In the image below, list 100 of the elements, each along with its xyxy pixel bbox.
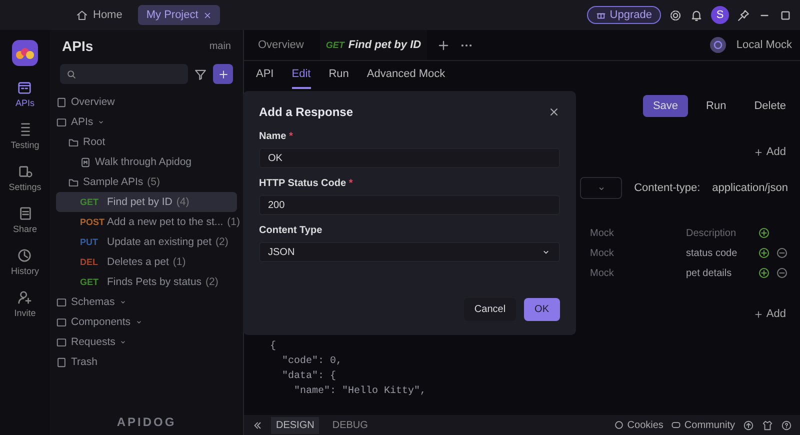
upload-icon[interactable] xyxy=(743,420,754,430)
folder-icon xyxy=(56,336,67,348)
markdown-icon xyxy=(80,156,91,168)
mock-cell-text: Mock xyxy=(590,228,615,238)
plus-icon xyxy=(754,310,764,318)
field-label: Name * xyxy=(259,131,294,142)
add-circle-icon[interactable] xyxy=(758,247,770,259)
pin-icon[interactable] xyxy=(737,8,750,22)
environment-selector[interactable]: Local Mock xyxy=(736,39,792,51)
description-field[interactable]: status code xyxy=(686,248,752,258)
search-icon xyxy=(66,68,77,80)
mode-tab[interactable]: DESIGN xyxy=(271,416,320,434)
sub-tab[interactable]: Run xyxy=(328,61,349,89)
rail-item[interactable]: Invite xyxy=(14,290,36,318)
add-user-icon xyxy=(17,290,32,305)
collapse-icon[interactable] xyxy=(252,420,263,430)
action-button[interactable]: Run xyxy=(696,95,736,117)
description-field[interactable]: Description xyxy=(686,228,752,238)
footer-link[interactable]: Cookies xyxy=(614,420,664,430)
remove-circle-icon[interactable] xyxy=(776,247,788,259)
window-tab[interactable]: Home xyxy=(68,5,130,25)
settings-icon[interactable] xyxy=(669,8,682,22)
endpoint-item[interactable]: GET Find pet by ID (4) xyxy=(56,192,237,212)
sidebar-title: APIs xyxy=(62,38,94,54)
doc-item[interactable]: Walk through Apidog xyxy=(95,156,192,168)
endpoint-item[interactable]: POST Add a new pet to the st... (1) xyxy=(56,212,237,232)
chat-icon xyxy=(671,420,682,430)
folder-icon xyxy=(56,296,67,308)
code-line: "name": "Hello Kitty", xyxy=(293,384,428,399)
sync-icon[interactable] xyxy=(710,37,726,53)
ok-button[interactable]: OK xyxy=(524,298,560,321)
rail-item[interactable]: Share xyxy=(12,206,38,234)
page-icon xyxy=(56,96,67,108)
cancel-button[interactable]: Cancel xyxy=(464,298,516,321)
field-label: Content Type xyxy=(259,225,324,236)
plus-icon[interactable] xyxy=(437,38,450,52)
description-field[interactable]: pet details xyxy=(686,268,752,278)
footer-logo: APIDOG xyxy=(116,415,178,431)
mock-cell-text: Mock xyxy=(590,248,615,258)
content-type-label: Content-type: xyxy=(634,182,700,194)
input-field[interactable]: 200 xyxy=(259,195,560,215)
shirt-icon[interactable] xyxy=(762,420,773,430)
add-button[interactable]: Add xyxy=(748,145,792,159)
home-icon xyxy=(76,9,88,21)
plus-icon xyxy=(754,148,764,156)
share-icon xyxy=(18,206,32,221)
action-button[interactable]: Save xyxy=(642,95,688,117)
select-field[interactable]: JSON xyxy=(259,242,560,262)
sub-tab[interactable]: API xyxy=(256,61,274,89)
tree-item[interactable]: APIs xyxy=(71,116,94,128)
clock-icon xyxy=(17,248,32,263)
maximize-icon[interactable] xyxy=(779,8,792,22)
rail-item[interactable]: History xyxy=(10,248,39,276)
plus-icon xyxy=(218,68,228,80)
help-icon[interactable] xyxy=(781,420,792,430)
endpoint-item[interactable]: PUT Update an existing pet (2) xyxy=(56,232,237,252)
tree-item[interactable]: Components xyxy=(71,316,131,328)
code-line: "data": { xyxy=(281,370,338,384)
folder-icon xyxy=(68,136,79,148)
endpoint-item[interactable]: DEL Deletes a pet (1) xyxy=(56,252,237,272)
add-button[interactable]: Add xyxy=(748,307,792,321)
window-tab[interactable]: My Project xyxy=(138,5,220,25)
footer-link[interactable]: Community xyxy=(671,420,735,430)
document-tab[interactable]: Overview xyxy=(252,30,310,60)
folder-item[interactable]: Sample APIs xyxy=(83,176,144,188)
folder-item[interactable]: Root xyxy=(83,136,106,148)
remove-circle-icon[interactable] xyxy=(776,267,788,279)
sub-tab[interactable]: Advanced Mock xyxy=(366,61,446,89)
tree-item[interactable]: Trash xyxy=(71,356,98,368)
folder-icon xyxy=(56,316,67,328)
action-button[interactable]: Delete xyxy=(744,95,796,117)
folder-icon xyxy=(56,116,67,128)
search-field[interactable] xyxy=(60,64,188,84)
page-icon xyxy=(56,356,67,368)
user-avatar[interactable]: S xyxy=(711,6,729,24)
close-button[interactable] xyxy=(548,106,560,118)
document-tab[interactable]: GET Find pet by ID xyxy=(320,30,428,60)
close-icon xyxy=(203,10,212,20)
tree-item[interactable]: Schemas xyxy=(71,296,115,308)
tree-item[interactable]: Requests xyxy=(71,336,116,348)
tree-item[interactable]: Overview xyxy=(71,96,115,108)
rail-item[interactable]: APIs xyxy=(15,80,34,108)
dialog-title: Add a Response xyxy=(259,105,354,119)
input-field[interactable]: OK xyxy=(259,148,560,168)
filter-icon[interactable] xyxy=(194,68,207,80)
mode-tab[interactable]: DEBUG xyxy=(327,416,373,434)
field-label: HTTP Status Code * xyxy=(259,178,354,189)
sub-tab[interactable]: Edit xyxy=(292,61,311,89)
add-circle-icon[interactable] xyxy=(758,227,770,239)
bell-icon[interactable] xyxy=(690,8,703,22)
folder-icon xyxy=(68,176,79,188)
endpoint-item[interactable]: GET Finds Pets by status (2) xyxy=(56,272,237,292)
branch-selector[interactable]: main xyxy=(209,40,231,52)
mock-cell-text: Mock xyxy=(590,268,615,278)
add-button[interactable] xyxy=(213,64,233,84)
rail-item[interactable]: Testing xyxy=(10,122,40,150)
rail-item[interactable]: Settings xyxy=(8,164,42,192)
upgrade-button[interactable]: Upgrade xyxy=(586,6,661,24)
close-icon xyxy=(548,106,560,118)
add-circle-icon[interactable] xyxy=(758,267,770,279)
